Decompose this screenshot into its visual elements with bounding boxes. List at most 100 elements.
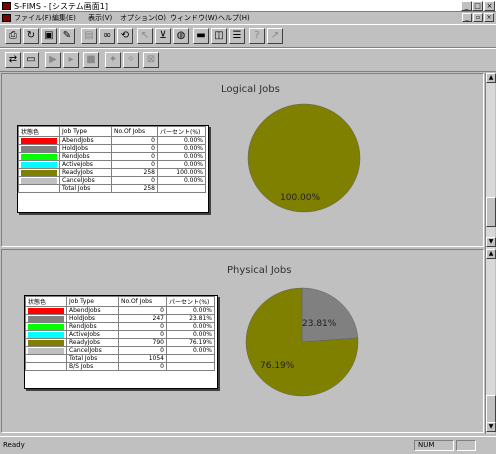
scroll-thumb[interactable] [486, 197, 496, 227]
table-row: HoldJobs 0 0.00% [18, 144, 206, 153]
menu-view[interactable]: 表示(V) [88, 13, 112, 23]
minimize-button[interactable]: _ [461, 1, 472, 11]
context-help-icon[interactable]: ↗ [267, 28, 283, 44]
document-icon[interactable] [2, 14, 11, 22]
filter-icon[interactable]: ⊻ [155, 28, 171, 44]
refresh-icon[interactable]: ↻ [23, 28, 39, 44]
job-count-cell: 0 [111, 136, 158, 145]
logical-pie-chart: 100.00% [247, 103, 361, 213]
clipboard-icon[interactable]: ▤ [81, 28, 97, 44]
pin-icon[interactable]: ✦ [105, 52, 121, 68]
color-swatch-cell [18, 152, 60, 161]
table-row: ActiveJobs 0 0.00% [18, 160, 206, 169]
globe-icon[interactable]: ◍ [173, 28, 189, 44]
color-swatch [28, 331, 64, 338]
doc-close-button[interactable]: × [484, 13, 494, 22]
table-row: RendJobs 0 0.00% [18, 152, 206, 161]
color-swatch-cell [25, 322, 67, 331]
binoculars-icon[interactable]: ∞ [99, 28, 115, 44]
pie-slice-holdjobs [301, 287, 359, 343]
scroll-down-arrow[interactable]: ▼ [486, 422, 496, 432]
job-type-cell: ReadyJobs [59, 168, 112, 177]
color-swatch-cell [25, 346, 67, 355]
print-setup-icon[interactable]: ⇄ [5, 52, 21, 68]
menu-help[interactable]: ヘルプ(H) [218, 13, 250, 23]
job-type-cell: ActiveJobs [59, 160, 112, 169]
cycle-icon[interactable]: ⟲ [117, 28, 133, 44]
total-count: 258 [111, 184, 158, 193]
job-type-cell: CancelJobs [66, 346, 119, 355]
color-swatch-cell [25, 338, 67, 347]
job-type-cell: ActiveJobs [66, 330, 119, 339]
scroll-up-arrow[interactable]: ▲ [486, 73, 496, 83]
job-percent-cell: 0.00% [166, 330, 215, 339]
secondary-toolbar: ⇄ ▭ ▶ ▸ ■ ✦ ✧ ⊠ [0, 48, 496, 72]
logical-legend-table: 状態色 Job Type No.Of Jobs パーセント(%) AbendJo… [17, 125, 209, 213]
job-count-cell: 258 [111, 168, 158, 177]
status-bar: Ready NUM [0, 436, 496, 454]
job-percent-cell: 23.81% [166, 314, 215, 323]
pin2-icon[interactable]: ✧ [123, 52, 139, 68]
table-row: AbendJobs 0 0.00% [18, 136, 206, 145]
table-row: ReadyJobs 258 100.00% [18, 168, 206, 177]
logical-vertical-scrollbar[interactable]: ▲ ▼ [485, 73, 496, 249]
doc-restore-button[interactable]: ▫ [473, 13, 483, 22]
job-type-cell: RendJobs [66, 322, 119, 331]
menu-window[interactable]: ウィンドウ(W) [170, 13, 217, 23]
pointer-icon[interactable]: ↖ [137, 28, 153, 44]
maximize-button[interactable]: □ [472, 1, 483, 11]
total-label: Total Jobs [66, 354, 119, 363]
job-type-cell: HoldJobs [66, 314, 119, 323]
printer-icon[interactable]: ⎙ [5, 28, 21, 44]
menu-bar: ファイル(F) 編集(E) 表示(V) オプション(O) ウィンドウ(W) ヘル… [0, 12, 496, 24]
color-swatch [28, 323, 64, 330]
play-icon[interactable]: ▶ [45, 52, 61, 68]
physical-vertical-scrollbar[interactable]: ▲ ▼ [485, 249, 496, 434]
color-swatch [21, 137, 57, 144]
color-swatch [21, 153, 57, 160]
status-panel-num: NUM [414, 440, 454, 451]
layout-split-h-icon[interactable]: ▬ [193, 28, 209, 44]
color-swatch [21, 177, 57, 184]
main-toolbar: ⎙ ↻ ▣ ✎ ▤ ∞ ⟲ ↖ ⊻ ◍ ▬ ◫ ☰ ? ↗ [0, 24, 496, 48]
layout-grid-icon[interactable]: ☰ [229, 28, 245, 44]
physical-legend-table: 状態色 Job Type No.Of Jobs パーセント(%) AbendJo… [24, 295, 218, 389]
job-count-cell: 790 [118, 338, 167, 347]
preview-icon[interactable]: ▭ [23, 52, 39, 68]
status-panel-empty [456, 440, 476, 451]
job-percent-cell: 0.00% [157, 160, 206, 169]
stop-icon[interactable]: ■ [83, 52, 99, 68]
scroll-up-arrow[interactable]: ▲ [486, 249, 496, 259]
layout-split-v-icon[interactable]: ◫ [211, 28, 227, 44]
doc-minimize-button[interactable]: _ [462, 13, 472, 22]
job-count-cell: 0 [118, 306, 167, 315]
paint-icon[interactable]: ✎ [59, 28, 75, 44]
menu-file[interactable]: ファイル(F) [14, 13, 52, 23]
forward-icon[interactable]: ▸ [63, 52, 79, 68]
table-row: ActiveJobs 0 0.00% [25, 330, 215, 339]
help-icon[interactable]: ? [249, 28, 265, 44]
header-color: 状態色 [18, 126, 60, 137]
scroll-down-arrow[interactable]: ▼ [486, 237, 496, 247]
title-bar: S-FIMS - [システム画面1] _ □ × [0, 0, 496, 12]
physical-jobs-title: Physical Jobs [227, 265, 292, 276]
close-button[interactable]: × [484, 1, 495, 11]
table-row: RendJobs 0 0.00% [25, 322, 215, 331]
job-count-cell: 0 [118, 330, 167, 339]
header-no-of-jobs: No.Of Jobs [111, 126, 158, 137]
menu-edit[interactable]: 編集(E) [52, 13, 76, 23]
color-swatch [21, 169, 57, 176]
save-icon[interactable]: ▣ [41, 28, 57, 44]
job-percent-cell: 0.00% [157, 152, 206, 161]
scroll-thumb[interactable] [486, 395, 496, 425]
bs-jobs-count: 0 [118, 362, 167, 371]
menu-options[interactable]: オプション(O) [120, 13, 166, 23]
header-job-type: Job Type [59, 126, 112, 137]
color-swatch [28, 347, 64, 354]
status-text: Ready [3, 441, 25, 449]
header-color: 状態色 [25, 296, 67, 307]
table-row: Total Jobs 258 [18, 184, 206, 193]
physical-pie-label-ready: 76.19% [260, 361, 295, 371]
color-swatch-cell [25, 306, 67, 315]
clear-icon[interactable]: ⊠ [143, 52, 159, 68]
